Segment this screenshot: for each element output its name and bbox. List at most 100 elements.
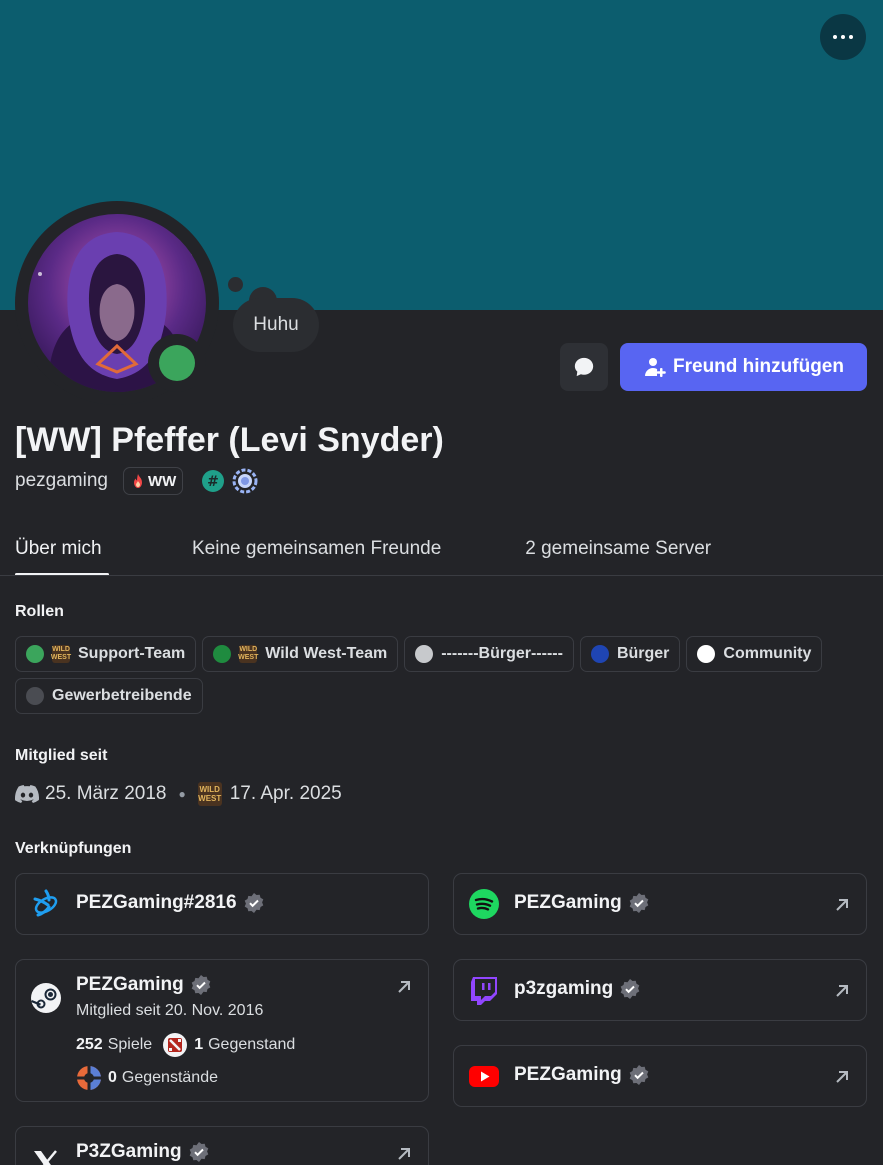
connection-name-text: PEZGaming	[514, 1064, 622, 1085]
member-since-heading: Mitglied seit	[15, 747, 108, 764]
display-name: [WW] Pfeffer (Levi Snyder)	[15, 421, 444, 459]
tabs-divider	[0, 575, 883, 576]
games-label: Spiele	[107, 1036, 153, 1053]
role-color-dot	[26, 645, 44, 663]
server-tag-label: WW	[147, 472, 177, 490]
role-color-dot	[590, 645, 609, 663]
message-button[interactable]	[560, 343, 608, 391]
username-row: pezgaming WW #	[15, 466, 259, 496]
tf2-items-count: 0	[108, 1069, 117, 1086]
dot	[849, 35, 853, 39]
role-label: Community	[723, 645, 812, 662]
tf2-icon	[77, 1066, 101, 1090]
dot	[833, 35, 837, 39]
discord-member-date: 25. März 2018	[45, 783, 167, 804]
dota2-icon	[163, 1033, 188, 1057]
tab-about-me[interactable]: Über mich	[15, 538, 109, 576]
x-logo-icon	[34, 1150, 57, 1165]
external-link-icon[interactable]	[396, 1146, 412, 1162]
connection-card-youtube[interactable]: PEZGaming	[453, 1045, 867, 1107]
external-link-icon[interactable]	[396, 979, 412, 995]
steam-tf2-row: 0 Gegenstände	[76, 1065, 218, 1091]
connection-name: p3zgaming	[514, 978, 641, 1000]
verified-icon	[189, 1142, 208, 1162]
nitro-badge-icon[interactable]	[231, 467, 259, 495]
role-chip[interactable]: WILD WEST Wild West-Team	[202, 636, 399, 672]
hashtag-badge-icon[interactable]: #	[201, 469, 225, 493]
external-link-icon[interactable]	[834, 897, 850, 913]
profile-badges: #	[201, 467, 259, 495]
more-options-button[interactable]	[820, 14, 866, 60]
connection-card-x[interactable]: P3ZGaming	[15, 1126, 429, 1165]
steam-icon	[31, 983, 61, 1013]
verified-icon	[629, 893, 648, 913]
connection-card-steam[interactable]: PEZGaming Mitglied seit 20. Nov. 2016 25…	[15, 959, 429, 1102]
dota-items-label: Gegenstand	[208, 1036, 296, 1053]
custom-status-bubble[interactable]: Huhu	[233, 298, 319, 352]
role-color-dot	[697, 645, 716, 663]
verified-icon	[191, 975, 210, 995]
server-tag-chip[interactable]: WW	[122, 467, 184, 495]
role-color-dot	[26, 687, 44, 705]
connection-name: PEZGaming	[76, 974, 212, 996]
connection-name-text: p3zgaming	[514, 978, 614, 999]
profile-tabs: Über mich Keine gemeinsamen Freunde 2 ge…	[15, 538, 883, 576]
role-label: Support-Team	[78, 645, 186, 662]
role-color-dot	[213, 645, 232, 663]
member-since-row: 25. März 2018 ● WILD WEST 17. Apr. 2025	[15, 780, 342, 808]
discord-logo-icon	[15, 785, 39, 803]
role-label: Gewerbetreibende	[52, 687, 192, 704]
username[interactable]: pezgaming	[15, 470, 108, 492]
dot	[841, 35, 845, 39]
steam-member-since: Mitglied seit 20. Nov. 2016	[76, 1002, 264, 1019]
connection-card-twitch[interactable]: p3zgaming	[453, 959, 867, 1021]
connections-heading: Verknüpfungen	[15, 840, 132, 857]
youtube-icon	[469, 1066, 499, 1087]
add-friend-button[interactable]: Freund hinzufügen	[620, 343, 867, 391]
chat-bubble-icon	[574, 357, 594, 377]
connection-name-text: P3ZGaming	[76, 1141, 182, 1162]
verified-icon	[629, 1065, 648, 1085]
connection-name: P3ZGaming	[76, 1141, 210, 1163]
role-color-dot	[415, 645, 434, 663]
external-link-icon[interactable]	[834, 1069, 850, 1085]
tf2-items-label: Gegenstände	[121, 1069, 218, 1086]
role-label: Bürger	[616, 645, 670, 662]
flame-icon	[133, 474, 142, 488]
svg-text:#: #	[207, 474, 219, 490]
tab-mutual-servers[interactable]: 2 gemeinsame Server	[525, 538, 711, 576]
roles-list: WILD WEST Support-Team WILD WEST Wild West…	[15, 636, 875, 714]
role-chip[interactable]: Bürger	[579, 636, 681, 672]
connection-card-battlenet[interactable]: PEZGaming#2816	[15, 873, 429, 935]
add-friend-label: Freund hinzufügen	[673, 356, 844, 377]
server-icon: WILD WEST	[197, 782, 222, 806]
external-link-icon[interactable]	[834, 983, 850, 999]
wild-west-logo-icon: WILD WEST	[50, 645, 72, 663]
connection-name: PEZGaming#2816	[76, 892, 265, 914]
wild-west-logo-icon: WILD WEST	[238, 645, 259, 663]
roles-heading: Rollen	[15, 603, 64, 620]
role-label: Wild West-Team	[265, 645, 388, 662]
twitch-icon	[471, 977, 497, 1005]
connection-card-spotify[interactable]: PEZGaming	[453, 873, 867, 935]
steam-stats-row: 252 Spiele 1 Gegenstand	[76, 1032, 295, 1058]
separator-dot: ●	[178, 787, 186, 801]
role-chip[interactable]: Community	[686, 636, 823, 672]
add-user-icon	[645, 358, 666, 377]
dota-items-count: 1	[194, 1036, 204, 1053]
connection-name-text: PEZGaming#2816	[76, 892, 237, 913]
spotify-icon	[469, 889, 499, 919]
battlenet-icon	[33, 889, 58, 917]
connection-name-text: PEZGaming	[514, 892, 622, 913]
verified-icon	[620, 979, 640, 999]
thought-bubble-dot-small	[228, 277, 243, 292]
server-member-date: 17. Apr. 2025	[229, 783, 342, 804]
connection-name: PEZGaming	[514, 1064, 650, 1086]
role-label: -------Bürger------	[441, 645, 563, 662]
games-count: 252	[76, 1036, 103, 1053]
tab-mutual-friends[interactable]: Keine gemeinsamen Freunde	[192, 538, 441, 576]
online-status-indicator	[159, 345, 195, 381]
role-chip[interactable]: -------Bürger------	[404, 636, 574, 672]
role-chip[interactable]: Gewerbetreibende	[15, 678, 203, 714]
role-chip[interactable]: WILD WEST Support-Team	[15, 636, 197, 672]
